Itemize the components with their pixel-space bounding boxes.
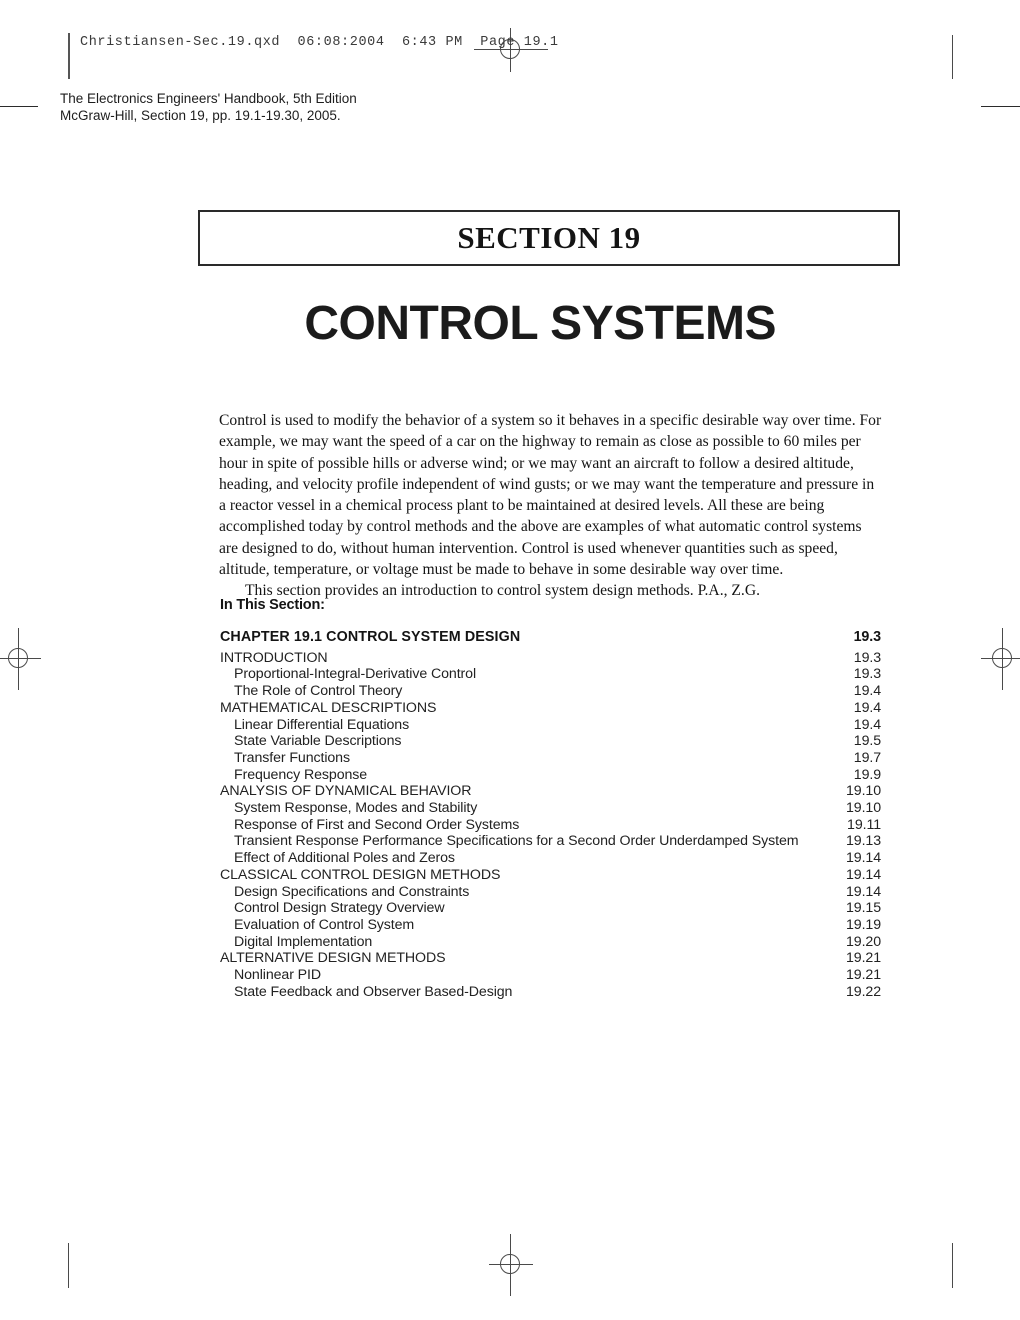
- toc-entry-title: INTRODUCTION: [220, 649, 328, 666]
- toc-entry-page: 19.14: [845, 883, 881, 900]
- toc-row[interactable]: System Response, Modes and Stability 19.1…: [220, 800, 881, 817]
- toc-entry-page: 19.13: [845, 833, 881, 850]
- intro-paragraph-1: Control is used to modify the behavior o…: [219, 412, 882, 579]
- toc-row[interactable]: State Variable Descriptions 19.5: [220, 733, 881, 750]
- toc-entry-title: CHAPTER 19.1 CONTROL SYSTEM DESIGN: [220, 629, 521, 645]
- toc-entry-title: Nonlinear PID: [234, 967, 322, 984]
- toc-row[interactable]: Effect of Additional Poles and Zeros 19.1…: [220, 850, 881, 867]
- toc-entry-page: 19.21: [845, 967, 881, 984]
- printer-header: Christiansen-Sec.19.qxd 06:08:2004 6:43 …: [68, 33, 559, 79]
- toc-row[interactable]: Evaluation of Control System 19.19: [220, 917, 881, 934]
- toc-entry-title: Linear Differential Equations: [234, 716, 410, 733]
- toc-entry-title: ANALYSIS OF DYNAMICAL BEHAVIOR: [220, 783, 472, 800]
- toc-entry-title: Digital Implementation: [234, 933, 373, 950]
- crop-mark-left-upper: [0, 106, 38, 107]
- toc-row[interactable]: State Feedback and Observer Based-Design…: [220, 984, 881, 1001]
- toc-row[interactable]: Proportional-Integral-Derivative Control…: [220, 666, 881, 683]
- in-this-section-heading: In This Section:: [220, 597, 325, 613]
- toc-entry-page: 19.14: [845, 850, 881, 867]
- printer-header-text: Christiansen-Sec.19.qxd 06:08:2004 6:43 …: [80, 35, 559, 50]
- introduction-text: Control is used to modify the behavior o…: [219, 410, 883, 602]
- toc-entry-page: 19.10: [845, 800, 881, 817]
- registration-mark-bottom-center: [489, 1234, 533, 1296]
- toc-row[interactable]: Nonlinear PID 19.21: [220, 967, 881, 984]
- toc-entry-title: Transfer Functions: [234, 749, 350, 766]
- toc-entry-title: State Feedback and Observer Based-Design: [234, 983, 513, 1000]
- toc-entry-page: 19.15: [845, 900, 881, 917]
- section-number-box: SECTION 19: [198, 210, 900, 266]
- publication-line-1: The Electronics Engineers' Handbook, 5th…: [60, 91, 357, 106]
- toc-entry-page: 19.3: [853, 649, 881, 666]
- toc-row[interactable]: ANALYSIS OF DYNAMICAL BEHAVIOR 19.10: [220, 783, 881, 800]
- toc-row[interactable]: CLASSICAL CONTROL DESIGN METHODS 19.14: [220, 867, 881, 884]
- toc-entry-title: Response of First and Second Order Syste…: [234, 816, 520, 833]
- toc-entry-title: Design Specifications and Constraints: [234, 883, 470, 900]
- toc-entry-page: 19.7: [853, 749, 881, 766]
- toc-row[interactable]: Design Specifications and Constraints 19.…: [220, 884, 881, 901]
- toc-entry-page: 19.4: [853, 699, 881, 716]
- crop-mark-bottom-left: [68, 1243, 69, 1288]
- toc-entry-page: 19.4: [853, 716, 881, 733]
- toc-row[interactable]: Frequency Response 19.9: [220, 767, 881, 784]
- toc-entry-title: Transient Response Performance Specifica…: [234, 833, 799, 850]
- crop-mark-right-upper: [981, 106, 1020, 107]
- page-title: CONTROL SYSTEMS: [304, 297, 776, 350]
- toc-entry-title: Evaluation of Control System: [234, 916, 415, 933]
- registration-mark-left-center: [0, 628, 41, 690]
- toc-entry-title: MATHEMATICAL DESCRIPTIONS: [220, 699, 437, 716]
- toc-entry-title: CLASSICAL CONTROL DESIGN METHODS: [220, 866, 501, 883]
- toc-chapter-row[interactable]: CHAPTER 19.1 CONTROL SYSTEM DESIGN 19.3: [220, 629, 881, 646]
- toc-entry-page: 19.11: [847, 816, 881, 833]
- toc-entry-page: 19.22: [845, 983, 881, 1000]
- publication-line-2: McGraw-Hill, Section 19, pp. 19.1-19.30,…: [60, 108, 341, 123]
- toc-row[interactable]: INTRODUCTION 19.3: [220, 650, 881, 667]
- toc-entry-page: 19.14: [845, 866, 881, 883]
- publication-credit: The Electronics Engineers' Handbook, 5th…: [60, 90, 357, 124]
- toc-entry-page: 19.21: [845, 950, 881, 967]
- table-of-contents: CHAPTER 19.1 CONTROL SYSTEM DESIGN 19.3 IN…: [220, 629, 881, 1000]
- toc-row[interactable]: The Role of Control Theory 19.4: [220, 683, 881, 700]
- toc-entry-title: The Role of Control Theory: [234, 683, 403, 700]
- toc-entry-title: System Response, Modes and Stability: [234, 800, 478, 817]
- toc-entry-page: 19.4: [853, 683, 881, 700]
- toc-entry-page: 19.5: [853, 733, 881, 750]
- toc-entry-page: 19.20: [845, 933, 881, 950]
- crop-mark-bottom-right: [952, 1243, 953, 1288]
- toc-entry-page: 19.19: [845, 916, 881, 933]
- toc-entry-page: 19.9: [853, 766, 881, 783]
- toc-entry-title: Frequency Response: [234, 766, 368, 783]
- toc-row[interactable]: Transfer Functions 19.7: [220, 750, 881, 767]
- crop-mark-top-right: [952, 35, 953, 79]
- toc-entry-page: 19.3: [853, 666, 881, 683]
- registration-mark-right-center: [981, 628, 1020, 690]
- section-number-label: SECTION 19: [457, 220, 641, 255]
- toc-entry-title: Effect of Additional Poles and Zeros: [234, 850, 455, 867]
- toc-row[interactable]: Digital Implementation 19.20: [220, 934, 881, 951]
- toc-row[interactable]: Linear Differential Equations 19.4: [220, 717, 881, 734]
- toc-entry-title: ALTERNATIVE DESIGN METHODS: [220, 950, 446, 967]
- toc-entry-title: Proportional-Integral-Derivative Control: [234, 666, 477, 683]
- toc-entry-page: 19.10: [845, 783, 881, 800]
- toc-row[interactable]: MATHEMATICAL DESCRIPTIONS 19.4: [220, 700, 881, 717]
- toc-entry-title: State Variable Descriptions: [234, 733, 402, 750]
- toc-row[interactable]: ALTERNATIVE DESIGN METHODS 19.21: [220, 950, 881, 967]
- toc-entry-page: 19.3: [853, 629, 882, 645]
- toc-row[interactable]: Control Design Strategy Overview 19.15: [220, 900, 881, 917]
- toc-entry-title: Control Design Strategy Overview: [234, 900, 445, 917]
- document-page: Christiansen-Sec.19.qxd 06:08:2004 6:43 …: [0, 0, 1020, 1320]
- toc-row[interactable]: Transient Response Performance Specifica…: [220, 833, 881, 850]
- toc-row[interactable]: Response of First and Second Order Syste…: [220, 817, 881, 834]
